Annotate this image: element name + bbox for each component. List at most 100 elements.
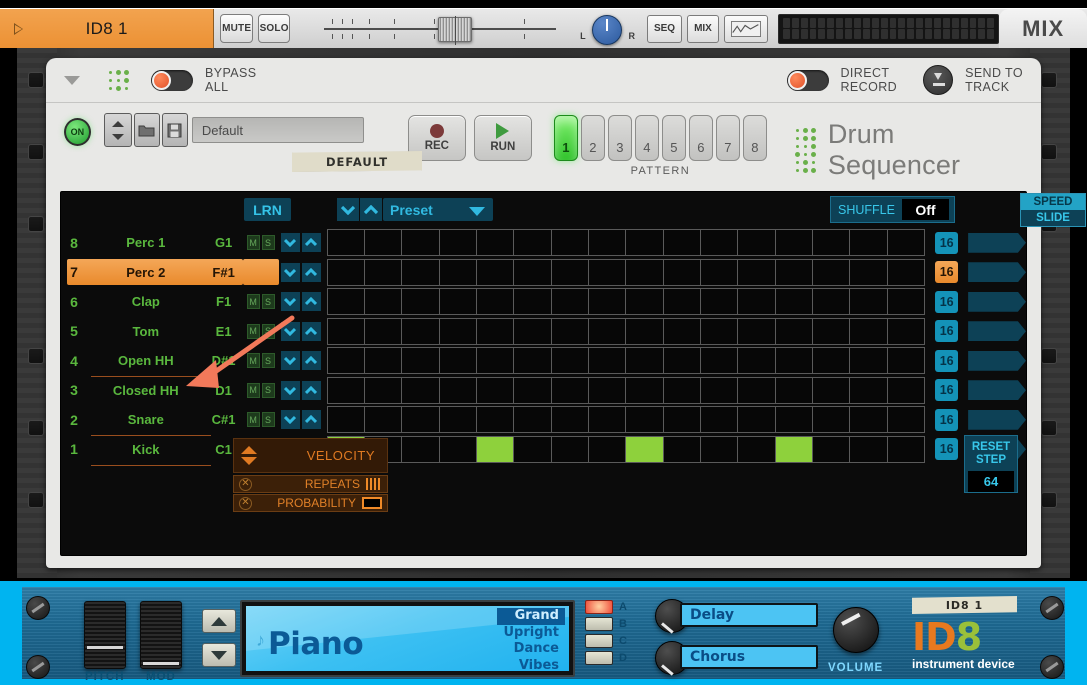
step-cell[interactable] <box>477 318 515 344</box>
step-cell[interactable] <box>888 348 924 373</box>
patch-step-buttons[interactable] <box>103 113 132 147</box>
mod-wheel[interactable] <box>140 601 182 669</box>
mix-tab[interactable]: MIX <box>999 9 1087 48</box>
speed-option[interactable]: SPEED <box>1021 194 1085 210</box>
bank-pad-a[interactable] <box>585 600 613 614</box>
step-cell[interactable] <box>850 289 888 315</box>
step-cell-active[interactable] <box>775 436 814 462</box>
step-cell[interactable] <box>738 348 776 374</box>
step-cell[interactable] <box>776 289 814 315</box>
step-cell[interactable] <box>402 289 440 315</box>
row-number[interactable]: 4 <box>61 353 87 369</box>
step-cell[interactable] <box>664 259 701 285</box>
shuffle-value[interactable]: Off <box>901 199 949 220</box>
row-number[interactable]: 5 <box>61 323 87 339</box>
row-step-count[interactable]: 16 <box>935 438 959 461</box>
variation-option-dance[interactable]: Dance <box>497 641 565 658</box>
step-cell[interactable] <box>365 289 403 315</box>
step-cell[interactable] <box>738 259 776 285</box>
row-note[interactable]: D#1 <box>205 353 243 368</box>
step-cell[interactable] <box>738 436 776 462</box>
step-cell[interactable] <box>402 259 440 285</box>
solo-button[interactable]: SOLO <box>257 14 291 43</box>
step-cell[interactable] <box>738 407 776 433</box>
patch-name-display[interactable]: Default <box>191 117 364 143</box>
step-cell[interactable] <box>626 259 664 285</box>
panel-fold-icon[interactable] <box>64 75 80 85</box>
direct-record-toggle[interactable] <box>786 69 829 91</box>
row-number[interactable]: 7 <box>61 264 87 280</box>
step-cell[interactable] <box>514 230 552 256</box>
step-cell[interactable] <box>813 318 851 344</box>
step-cell[interactable] <box>776 318 814 344</box>
row-number[interactable]: 6 <box>61 294 87 310</box>
step-cell[interactable] <box>850 318 888 344</box>
row-mute-button[interactable]: M <box>246 294 260 310</box>
pan-knob-group[interactable]: L R <box>576 9 639 48</box>
step-cell[interactable] <box>328 318 365 344</box>
pattern-button-6[interactable]: 6 <box>688 115 713 161</box>
row-number[interactable]: 3 <box>61 382 87 398</box>
pattern-button-8[interactable]: 8 <box>742 115 767 161</box>
step-cell[interactable] <box>589 407 627 433</box>
fx-slot-1[interactable]: Delay <box>680 603 818 627</box>
row-length-bar[interactable] <box>968 321 1026 342</box>
step-cell[interactable] <box>813 436 851 462</box>
step-cell[interactable] <box>440 436 477 462</box>
row-instrument-name[interactable]: Tom <box>87 324 205 339</box>
pattern-button-1[interactable]: 1 <box>553 115 578 161</box>
step-cell[interactable] <box>850 436 888 462</box>
step-cell[interactable] <box>477 289 515 315</box>
volume-knob[interactable] <box>833 607 879 653</box>
step-cell[interactable] <box>365 348 403 374</box>
step-cell[interactable] <box>328 230 365 256</box>
step-cell[interactable] <box>552 348 589 374</box>
step-cell[interactable] <box>552 289 589 315</box>
step-cell[interactable] <box>514 407 552 433</box>
step-cell[interactable] <box>402 348 440 374</box>
row-solo-button[interactable]: S <box>261 412 275 428</box>
bank-pad-c[interactable] <box>585 634 613 648</box>
step-cell[interactable] <box>776 230 814 256</box>
variation-option-upright[interactable]: Upright <box>497 625 565 642</box>
step-cell[interactable] <box>477 407 515 433</box>
step-cell[interactable] <box>365 318 403 344</box>
step-cell[interactable] <box>701 230 739 256</box>
step-cell[interactable] <box>514 436 552 462</box>
step-cell[interactable] <box>440 377 477 403</box>
step-cell[interactable] <box>888 378 924 403</box>
step-cell[interactable] <box>440 259 477 285</box>
variation-option-vibes[interactable]: Vibes <box>497 658 565 672</box>
pan-knob[interactable] <box>592 15 623 45</box>
row-step-count[interactable]: 16 <box>935 320 959 343</box>
row-chevron-down-icon[interactable] <box>280 351 300 371</box>
row-length-bar[interactable] <box>968 291 1026 312</box>
patch-down-icon[interactable] <box>111 133 124 140</box>
step-cell[interactable] <box>850 348 888 374</box>
step-cell[interactable] <box>589 377 627 403</box>
step-cell[interactable] <box>589 230 627 256</box>
patch-updown-buttons[interactable] <box>202 609 236 667</box>
step-cell[interactable] <box>365 259 403 285</box>
step-cell[interactable] <box>440 407 477 433</box>
reset-step-control[interactable]: RESET STEP 64 <box>964 435 1018 493</box>
row-mute-button[interactable]: M <box>246 382 260 398</box>
step-cell[interactable] <box>402 377 440 403</box>
pitch-wheel[interactable] <box>84 601 126 669</box>
row-instrument-name[interactable]: Snare <box>87 412 211 437</box>
step-cell[interactable] <box>365 230 403 256</box>
step-cell[interactable] <box>477 259 515 285</box>
row-chevron-up-icon[interactable] <box>301 292 321 312</box>
step-cell[interactable] <box>440 348 477 374</box>
step-cell[interactable] <box>664 377 701 403</box>
step-cell[interactable] <box>776 377 814 403</box>
step-cell[interactable] <box>402 230 440 256</box>
row-length-bar[interactable] <box>968 380 1026 401</box>
step-cell[interactable] <box>664 436 701 462</box>
step-cell[interactable] <box>850 259 888 285</box>
step-cell[interactable] <box>664 318 701 344</box>
row-step-count[interactable]: 16 <box>935 379 959 402</box>
row-chevron-down-icon[interactable] <box>280 380 300 400</box>
shuffle-control[interactable]: SHUFFLE Off <box>830 196 955 223</box>
row-instrument-name[interactable]: Kick <box>87 442 211 466</box>
